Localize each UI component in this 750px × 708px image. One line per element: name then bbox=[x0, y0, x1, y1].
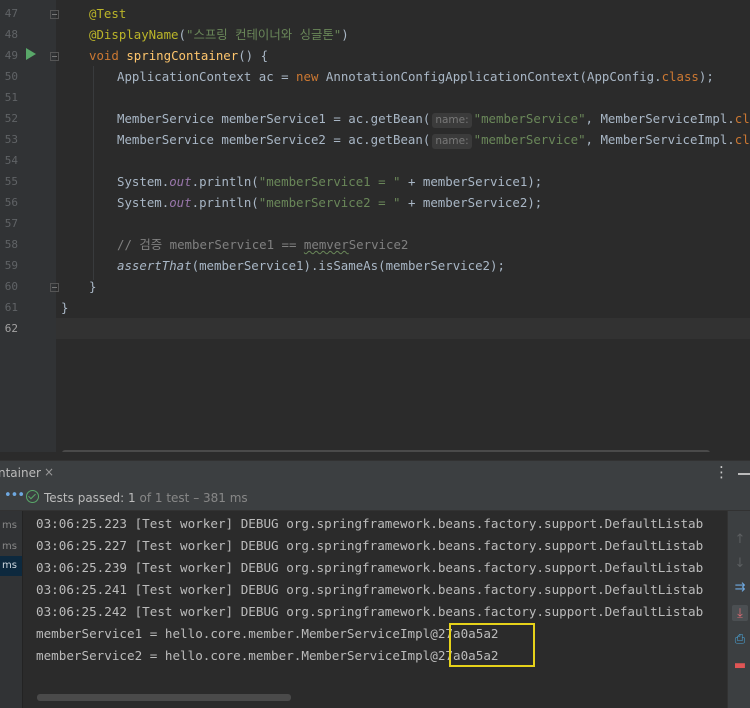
code-line-59: assertThat(memberService1).isSameAs(memb… bbox=[117, 258, 505, 273]
tests-passed-text: Tests passed: 1 of 1 test – 381 ms bbox=[44, 491, 248, 505]
hide-panel-icon[interactable] bbox=[738, 473, 750, 475]
fold-icon[interactable] bbox=[50, 10, 59, 19]
line-number: 57 bbox=[4, 217, 18, 230]
indent-guide bbox=[93, 66, 94, 280]
scroll-to-end-icon[interactable]: ⤓ bbox=[732, 605, 748, 621]
code-line-53: MemberService memberService2 = ac.getBea… bbox=[117, 132, 750, 149]
current-line-highlight bbox=[56, 318, 750, 339]
code-line-49: void springContainer() { bbox=[89, 48, 269, 63]
code-line-58: // 검증 memberService1 == memverService2 bbox=[117, 237, 409, 252]
line-number: 58 bbox=[4, 238, 18, 251]
hash-highlight-box bbox=[449, 623, 535, 667]
console-line: 03:06:25.227 [Test worker] DEBUG org.spr… bbox=[36, 538, 704, 553]
parameter-hint: name: bbox=[432, 113, 472, 128]
line-number: 49 bbox=[4, 49, 18, 62]
code-line-60: } bbox=[89, 279, 97, 294]
test-tree: ms ms ms bbox=[0, 511, 22, 708]
line-number: 52 bbox=[4, 112, 18, 125]
line-number: 62 bbox=[4, 322, 18, 335]
console-output[interactable]: 03:06:25.223 [Test worker] DEBUG org.spr… bbox=[22, 511, 719, 708]
console-line: 03:06:25.241 [Test worker] DEBUG org.spr… bbox=[36, 582, 704, 597]
line-number: 61 bbox=[4, 301, 18, 314]
editor-horizontal-scrollbar[interactable] bbox=[62, 450, 710, 452]
check-circle-icon bbox=[26, 490, 39, 503]
line-number: 59 bbox=[4, 259, 18, 272]
line-number: 47 bbox=[4, 7, 18, 20]
line-number: 55 bbox=[4, 175, 18, 188]
console-line: memberService2 = hello.core.member.Membe… bbox=[36, 648, 499, 663]
run-tab-label[interactable]: ntainer bbox=[0, 466, 41, 480]
run-test-icon[interactable] bbox=[26, 48, 36, 60]
close-tab-icon[interactable]: × bbox=[44, 465, 54, 479]
line-number: 60 bbox=[4, 280, 18, 293]
line-number: 56 bbox=[4, 196, 18, 209]
console-line: 03:06:25.239 [Test worker] DEBUG org.spr… bbox=[36, 560, 704, 575]
soft-wrap-icon[interactable]: ⇉ bbox=[732, 579, 748, 595]
line-number: 50 bbox=[4, 70, 18, 83]
code-line-56: System.out.println("memberService2 = " +… bbox=[117, 195, 543, 210]
fold-icon[interactable] bbox=[50, 283, 59, 292]
code-line-55: System.out.println("memberService1 = " +… bbox=[117, 174, 543, 189]
options-menu-icon[interactable]: ⋮ bbox=[714, 463, 729, 481]
line-number: 54 bbox=[4, 154, 18, 167]
trash-icon[interactable]: ▬ bbox=[732, 657, 748, 673]
console-toolbar: ↑ ↓ ⇉ ⤓ ⎙ ▬ bbox=[727, 511, 750, 708]
parameter-hint: name: bbox=[432, 134, 472, 149]
more-icon[interactable]: ••• bbox=[4, 488, 25, 503]
arrow-down-icon[interactable]: ↓ bbox=[732, 555, 748, 571]
print-icon[interactable]: ⎙ bbox=[732, 631, 748, 647]
line-number: 53 bbox=[4, 133, 18, 146]
line-number: 48 bbox=[4, 28, 18, 41]
tool-window-header: ntainer × ⋮ bbox=[0, 460, 750, 486]
test-duration[interactable]: ms bbox=[0, 516, 22, 536]
console-horizontal-scrollbar[interactable] bbox=[37, 694, 291, 701]
test-duration-selected[interactable]: ms bbox=[0, 556, 22, 576]
code-line-61: } bbox=[61, 300, 69, 315]
fold-icon[interactable] bbox=[50, 52, 59, 61]
console-line: 03:06:25.242 [Test worker] DEBUG org.spr… bbox=[36, 604, 704, 619]
console-line: 03:06:25.223 [Test worker] DEBUG org.spr… bbox=[36, 516, 704, 531]
code-line-47: @Test bbox=[89, 6, 127, 21]
test-duration[interactable]: ms bbox=[0, 537, 22, 557]
arrow-up-icon[interactable]: ↑ bbox=[732, 531, 748, 547]
console-line: memberService1 = hello.core.member.Membe… bbox=[36, 626, 499, 641]
code-line-50: ApplicationContext ac = new AnnotationCo… bbox=[117, 69, 714, 84]
test-status-bar: ••• Tests passed: 1 of 1 test – 381 ms bbox=[0, 486, 750, 511]
run-tool-window: ntainer × ⋮ ••• Tests passed: 1 of 1 tes… bbox=[0, 460, 750, 708]
code-line-48: @DisplayName("스프링 컨테이너와 싱글톤") bbox=[89, 27, 349, 42]
editor-gutter: 47 48 49 50 51 52 53 54 55 56 57 58 59 6… bbox=[0, 0, 59, 452]
code-editor[interactable]: 47 48 49 50 51 52 53 54 55 56 57 58 59 6… bbox=[0, 0, 750, 452]
line-number: 51 bbox=[4, 91, 18, 104]
code-line-52: MemberService memberService1 = ac.getBea… bbox=[117, 111, 750, 128]
